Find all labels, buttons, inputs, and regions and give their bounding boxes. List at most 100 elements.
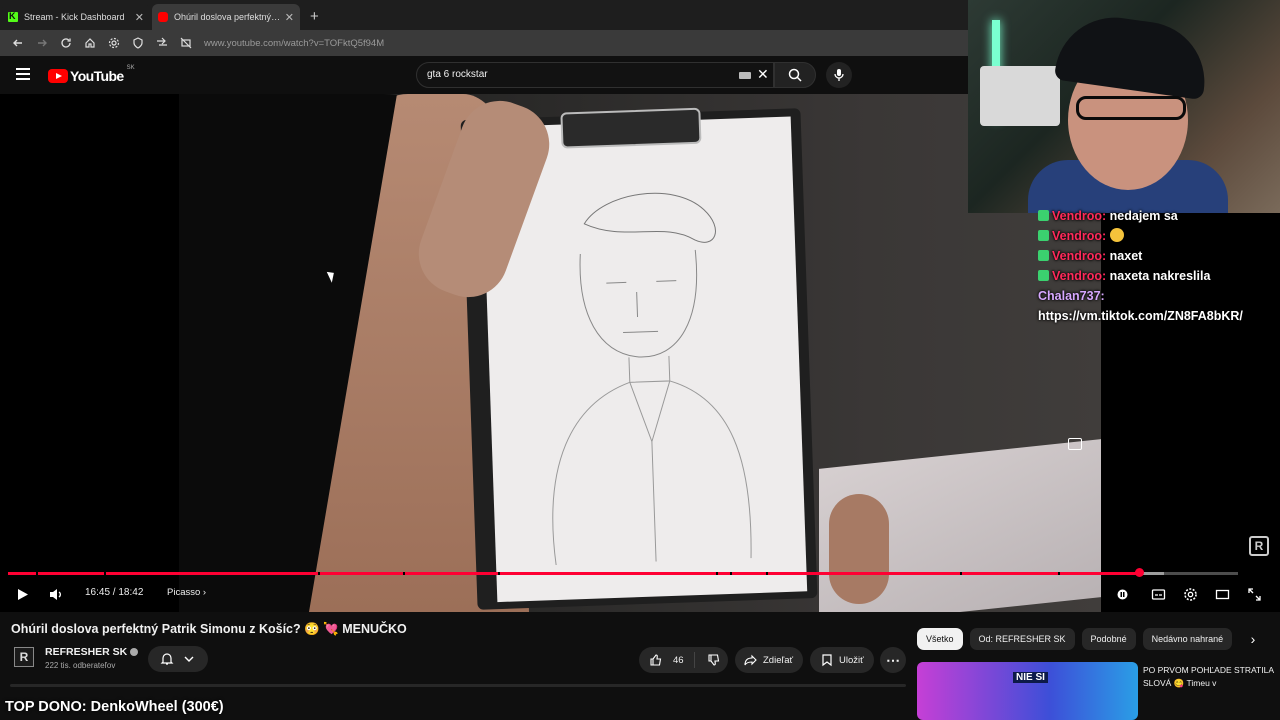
- subscriber-badge-icon: [1038, 210, 1049, 221]
- save-button[interactable]: Uložiť: [810, 647, 874, 673]
- subscriber-count: 222 tis. odberateľov: [45, 661, 116, 670]
- browser-tab-kick[interactable]: Stream - Kick Dashboard ✕: [2, 4, 150, 30]
- webcam-overlay: [968, 0, 1280, 213]
- current-time: 16:45: [85, 587, 111, 598]
- kick-icon: [8, 11, 18, 22]
- youtube-logo[interactable]: YouTube SK: [48, 65, 135, 84]
- new-tab-icon[interactable]: +: [302, 4, 327, 30]
- thumbnail-text: NIE SI: [1013, 672, 1048, 683]
- play-button[interactable]: [12, 582, 32, 606]
- progress-bar[interactable]: [8, 568, 1238, 577]
- volume-button[interactable]: [45, 582, 65, 606]
- recommended-video-thumbnail[interactable]: NIE SI: [917, 662, 1138, 720]
- recommended-video-title[interactable]: PO PRVOM POHĽADE STRATILA SLOVÁ 😋 Timeu …: [1143, 664, 1277, 690]
- like-dislike-group: 46: [639, 647, 728, 673]
- search-box[interactable]: ✕: [416, 62, 774, 88]
- search-input[interactable]: [427, 69, 727, 80]
- chat-message: Vendroo:: [1038, 226, 1278, 246]
- chevron-down-icon: [184, 656, 194, 662]
- chip-related[interactable]: Podobné: [1081, 628, 1136, 650]
- share-icon: [744, 654, 757, 666]
- chat-text: naxet: [1109, 249, 1143, 263]
- chat-username: Vendroo:: [1052, 209, 1107, 223]
- progress-handle[interactable]: [1134, 568, 1144, 577]
- stream-chat-overlay: Vendroo: nedajem sa Vendroo: Vendroo: na…: [1038, 206, 1278, 326]
- gear-icon: [1183, 587, 1197, 601]
- close-tab-icon[interactable]: ✕: [285, 11, 294, 24]
- chat-text: naxeta nakreslila: [1109, 269, 1211, 283]
- chat-text: nedajem sa: [1109, 209, 1178, 223]
- share-button[interactable]: Zdieľať: [735, 647, 803, 673]
- laughing-emoji-icon: [1109, 228, 1124, 242]
- voice-search-button[interactable]: [826, 62, 852, 88]
- save-label: Uložiť: [839, 654, 864, 666]
- channel-name[interactable]: REFRESHER SK: [45, 646, 139, 658]
- thumbs-down-icon: [708, 654, 719, 666]
- like-button[interactable]: 46: [649, 653, 684, 667]
- chat-username: Vendroo:: [1052, 269, 1107, 283]
- volume-icon: [49, 588, 61, 600]
- back-icon[interactable]: [6, 33, 30, 53]
- subtitles-button[interactable]: [1148, 582, 1168, 606]
- tracking-icon[interactable]: [150, 33, 174, 53]
- search-button[interactable]: [774, 62, 816, 88]
- chevron-right-icon[interactable]: ›: [1244, 630, 1262, 648]
- bookmark-icon: [822, 654, 832, 667]
- browser-tab-youtube[interactable]: Ohúril doslova perfektný Patrik ✕: [152, 4, 300, 30]
- dislike-button[interactable]: [707, 653, 721, 667]
- player-controls: 16:45 / 18:42 Picasso ›: [0, 582, 1280, 606]
- youtube-play-icon: [48, 69, 68, 83]
- like-count: 46: [673, 654, 684, 666]
- settings-button[interactable]: [1180, 582, 1200, 606]
- miniplayer-icon[interactable]: [1068, 438, 1082, 450]
- menu-icon[interactable]: [16, 68, 30, 80]
- chip-recently-uploaded[interactable]: Nedávno nahrané: [1142, 628, 1233, 650]
- more-actions-icon[interactable]: ⋯: [880, 647, 906, 673]
- verified-icon: [130, 648, 139, 657]
- total-time: 18:42: [118, 587, 144, 598]
- share-label: Zdieľať: [763, 654, 794, 666]
- chat-username: Chalan737:: [1038, 289, 1105, 303]
- youtube-header: YouTube SK ✕: [0, 56, 968, 94]
- chapter-label: Picasso: [167, 587, 201, 598]
- country-code: SK: [126, 65, 135, 71]
- browser-toolbar: www.youtube.com/watch?v=TOFktQ5f94M: [0, 30, 968, 56]
- tab-label: Ohúril doslova perfektný Patrik: [174, 12, 281, 22]
- permissions-icon[interactable]: [174, 33, 198, 53]
- settings-gear-icon[interactable]: [102, 33, 126, 53]
- keyboard-icon[interactable]: [739, 72, 751, 79]
- chip-all[interactable]: Všetko: [917, 628, 963, 650]
- chat-message: Vendroo: nedajem sa: [1038, 206, 1278, 226]
- home-icon[interactable]: [78, 33, 102, 53]
- subtitles-icon: [1151, 588, 1165, 600]
- theater-icon: [1215, 589, 1229, 599]
- close-tab-icon[interactable]: ✕: [135, 11, 144, 24]
- address-bar[interactable]: www.youtube.com/watch?v=TOFktQ5f94M: [204, 38, 384, 49]
- channel-avatar[interactable]: R: [14, 647, 34, 667]
- reload-icon[interactable]: [54, 33, 78, 53]
- chat-message: Vendroo: naxeta nakreslila: [1038, 266, 1278, 286]
- autoplay-toggle[interactable]: [1112, 582, 1132, 606]
- youtube-favicon-icon: [158, 12, 168, 22]
- search-icon: [788, 68, 802, 82]
- video-frame: [179, 94, 1101, 612]
- chat-message: Vendroo: naxet: [1038, 246, 1278, 266]
- autoplay-icon: [1117, 589, 1127, 599]
- logo-text: YouTube: [70, 68, 124, 84]
- description-box-edge: [10, 684, 906, 687]
- clear-search-icon[interactable]: ✕: [757, 66, 769, 83]
- chat-username: Vendroo:: [1052, 249, 1107, 263]
- video-title: Ohúril doslova perfektný Patrik Simonu z…: [11, 622, 407, 636]
- fullscreen-button[interactable]: [1244, 582, 1264, 606]
- shield-icon[interactable]: [126, 33, 150, 53]
- notifications-button[interactable]: [148, 646, 208, 672]
- microphone-icon: [834, 69, 844, 81]
- theater-mode-button[interactable]: [1212, 582, 1232, 606]
- tab-label: Stream - Kick Dashboard: [24, 12, 125, 22]
- pencil-sketch: [552, 192, 752, 566]
- chapter-button[interactable]: Picasso ›: [167, 587, 206, 598]
- forward-icon[interactable]: [30, 33, 54, 53]
- time-display: 16:45 / 18:42: [85, 587, 144, 598]
- chip-from-channel[interactable]: Od: REFRESHER SK: [969, 628, 1075, 650]
- thumbs-up-icon: [650, 654, 662, 666]
